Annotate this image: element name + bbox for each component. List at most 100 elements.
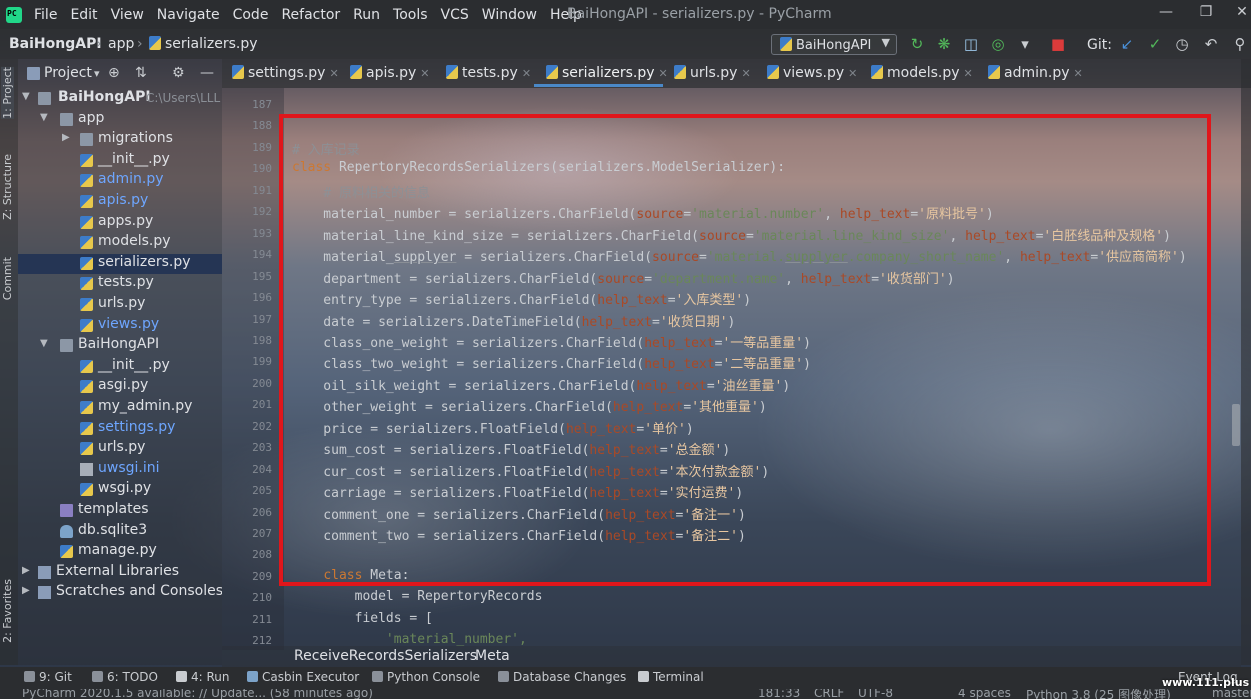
- tree-item[interactable]: __init__.py: [18, 151, 222, 171]
- menu-code[interactable]: Code: [233, 7, 269, 23]
- tool-database-changes[interactable]: Database Changes: [498, 670, 626, 684]
- minimize-icon[interactable]: —: [1156, 4, 1176, 24]
- tab-tests[interactable]: tests.py ✕: [446, 65, 531, 81]
- menu-run[interactable]: Run: [353, 7, 380, 23]
- menu-vcs[interactable]: VCS: [441, 7, 469, 23]
- profile-icon[interactable]: ◎: [989, 35, 1007, 53]
- search-everywhere-icon[interactable]: ⚲: [1231, 35, 1249, 53]
- close-tab-icon[interactable]: ✕: [659, 67, 668, 80]
- tree-item[interactable]: wsgi.py: [18, 480, 222, 500]
- history-icon[interactable]: ◷: [1173, 35, 1191, 53]
- menu-view[interactable]: View: [111, 7, 144, 23]
- run-config-select[interactable]: BaiHongAPI ▼: [771, 34, 897, 55]
- tool-python-console[interactable]: Python Console: [372, 670, 480, 684]
- tab-commit-tool[interactable]: Commit: [1, 257, 14, 300]
- tab-serializers[interactable]: serializers.py ✕: [546, 65, 668, 81]
- tool-todo[interactable]: 6: TODO: [92, 670, 158, 684]
- tree-item[interactable]: urls.py: [18, 295, 222, 315]
- breadcrumb-class[interactable]: ReceiveRecordsSerializers: [294, 648, 477, 664]
- editor-scrollbar[interactable]: [1232, 404, 1240, 446]
- caret-position[interactable]: 181:33: [758, 689, 800, 699]
- close-tab-icon[interactable]: ✕: [522, 67, 531, 80]
- chevron-down-icon[interactable]: ▾: [94, 67, 100, 80]
- tab-project-tool[interactable]: 1: Project: [1, 67, 14, 119]
- tree-item[interactable]: db.sqlite3: [18, 522, 222, 542]
- git-commit-icon[interactable]: ✓: [1146, 35, 1164, 53]
- restore-icon[interactable]: ❐: [1196, 4, 1216, 24]
- tab-models[interactable]: models.py ✕: [871, 65, 973, 81]
- menu-tools[interactable]: Tools: [393, 7, 428, 23]
- chevron-down-icon[interactable]: ▼: [40, 338, 48, 349]
- tool-terminal[interactable]: Terminal: [638, 670, 704, 684]
- hide-panel-icon[interactable]: —: [200, 65, 214, 81]
- tab-favorites-tool[interactable]: 2: Favorites: [1, 579, 14, 643]
- rerun-icon[interactable]: ↻: [908, 35, 926, 53]
- tree-item[interactable]: ▶ External Libraries: [18, 563, 222, 583]
- collapse-all-icon[interactable]: ⇅: [135, 65, 147, 81]
- tree-item[interactable]: models.py: [18, 233, 222, 253]
- run-dropdown-icon[interactable]: ▾: [1016, 35, 1034, 53]
- chevron-right-icon[interactable]: ▶: [22, 565, 30, 576]
- project-panel-title[interactable]: Project: [44, 65, 92, 81]
- tab-apis[interactable]: apis.py ✕: [350, 65, 430, 81]
- gear-icon[interactable]: ⚙: [172, 65, 185, 81]
- indent-setting[interactable]: 4 spaces: [958, 689, 1011, 699]
- debug-icon[interactable]: ❋: [935, 35, 953, 53]
- crumb-folder[interactable]: app: [108, 36, 134, 52]
- tool-casbin[interactable]: Casbin Executor: [247, 670, 359, 684]
- tab-admin[interactable]: admin.py ✕: [988, 65, 1083, 81]
- tree-item[interactable]: urls.py: [18, 439, 222, 459]
- tree-root[interactable]: ▼ BaiHongAPI C:\Users\LLL: [18, 89, 222, 109]
- close-tab-icon[interactable]: ✕: [329, 67, 338, 80]
- tab-views[interactable]: views.py ✕: [767, 65, 857, 81]
- rollback-icon[interactable]: ↶: [1202, 35, 1220, 53]
- close-tab-icon[interactable]: ✕: [848, 67, 857, 80]
- tree-item[interactable]: uwsgi.ini: [18, 460, 222, 480]
- chevron-right-icon[interactable]: ▶: [62, 132, 70, 143]
- stop-icon[interactable]: ■: [1049, 35, 1067, 53]
- tree-item[interactable]: serializers.py: [18, 253, 222, 274]
- close-tab-icon[interactable]: ✕: [1074, 67, 1083, 80]
- tab-settings[interactable]: settings.py ✕: [232, 65, 339, 81]
- crumb-file[interactable]: serializers.py: [149, 36, 258, 52]
- git-update-icon[interactable]: ↙: [1118, 35, 1136, 53]
- tree-item[interactable]: my_admin.py: [18, 398, 222, 418]
- line-separator[interactable]: CRLF: [814, 689, 844, 699]
- menu-edit[interactable]: Edit: [70, 7, 97, 23]
- tree-item[interactable]: apps.py: [18, 213, 222, 233]
- tree-item[interactable]: apis.py: [18, 192, 222, 212]
- close-tab-icon[interactable]: ✕: [964, 67, 973, 80]
- tree-item[interactable]: views.py: [18, 316, 222, 336]
- tool-run[interactable]: 4: Run: [176, 670, 230, 684]
- crumb-project[interactable]: BaiHongAPI: [9, 36, 102, 52]
- tab-urls[interactable]: urls.py ✕: [674, 65, 751, 81]
- tree-folder[interactable]: ▼ BaiHongAPI: [18, 336, 222, 356]
- menu-refactor[interactable]: Refactor: [281, 7, 340, 23]
- tree-folder[interactable]: templates: [18, 501, 222, 521]
- close-icon[interactable]: ✕: [1232, 4, 1251, 24]
- menu-file[interactable]: File: [34, 7, 57, 23]
- tool-git[interactable]: 9: Git: [24, 670, 72, 684]
- chevron-down-icon[interactable]: ▼: [22, 91, 30, 102]
- menu-window[interactable]: Window: [482, 7, 537, 23]
- tree-item[interactable]: __init__.py: [18, 357, 222, 377]
- tree-folder[interactable]: ▶ migrations: [18, 130, 222, 150]
- menu-navigate[interactable]: Navigate: [157, 7, 220, 23]
- chevron-down-icon[interactable]: ▼: [40, 112, 48, 123]
- tree-item[interactable]: asgi.py: [18, 377, 222, 397]
- status-message[interactable]: PyCharm 2020.1.5 available: // Update...…: [22, 689, 373, 699]
- tree-item[interactable]: tests.py: [18, 274, 222, 294]
- tree-item[interactable]: manage.py: [18, 542, 222, 562]
- interpreter[interactable]: Python 3.8 (25 图像处理): [1026, 689, 1171, 699]
- tree-item[interactable]: ▶ Scratches and Consoles: [18, 583, 222, 603]
- git-branch[interactable]: master: [1212, 689, 1251, 699]
- close-tab-icon[interactable]: ✕: [741, 67, 750, 80]
- tab-structure-tool[interactable]: Z: Structure: [1, 154, 14, 220]
- tree-item[interactable]: admin.py: [18, 171, 222, 191]
- close-tab-icon[interactable]: ✕: [420, 67, 429, 80]
- chevron-right-icon[interactable]: ▶: [22, 585, 30, 596]
- file-encoding[interactable]: UTF-8: [858, 689, 893, 699]
- locate-file-icon[interactable]: ⊕: [108, 65, 120, 81]
- tree-item[interactable]: settings.py: [18, 419, 222, 439]
- breadcrumb-meta[interactable]: Meta: [475, 648, 510, 664]
